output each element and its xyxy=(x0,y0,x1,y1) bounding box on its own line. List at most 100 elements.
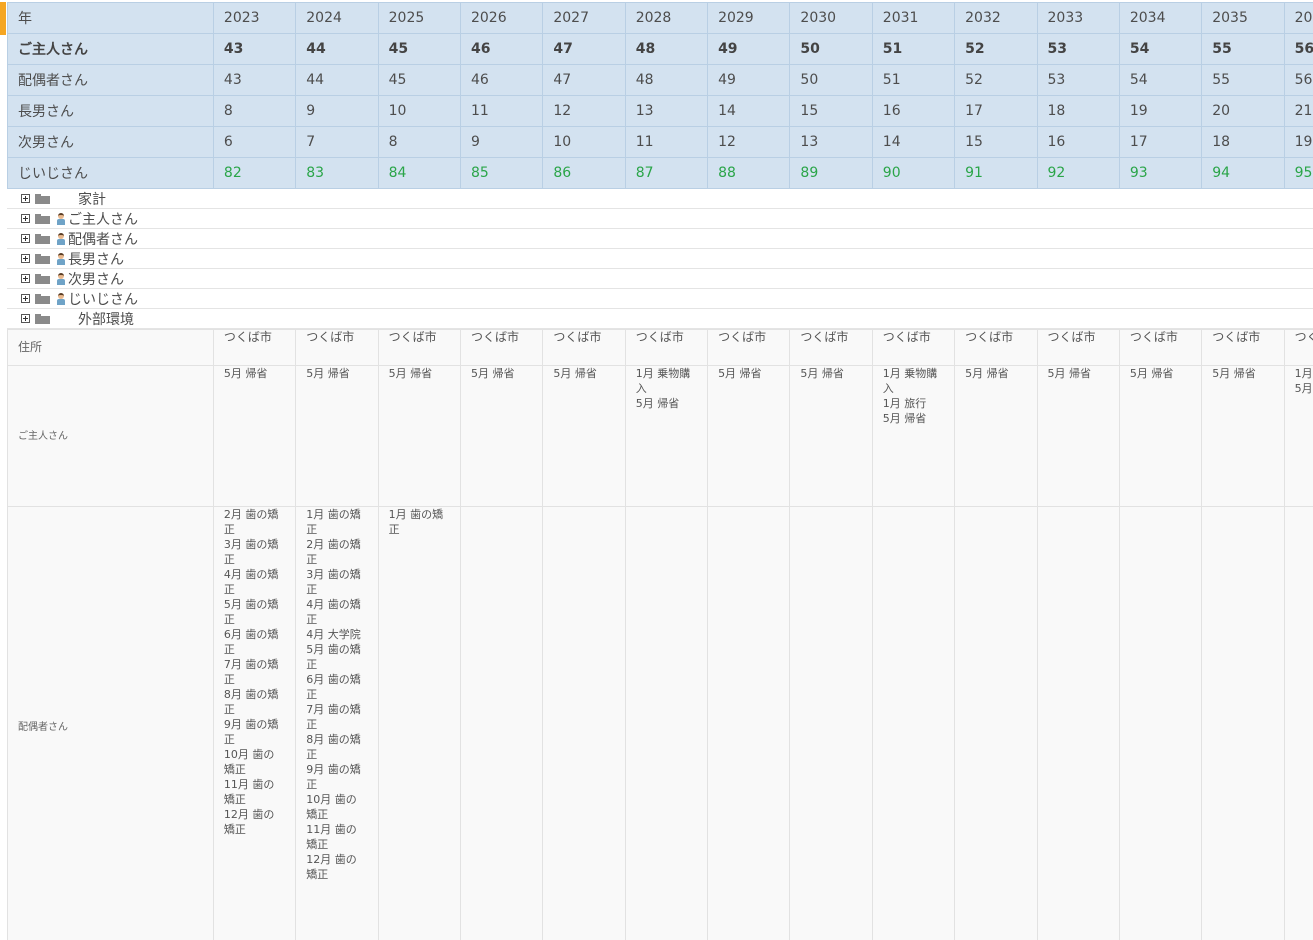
grid-cell[interactable]: つくば市 xyxy=(212,329,297,366)
event-item[interactable]: 5月 歯の矯正 xyxy=(224,597,284,627)
grid-cell[interactable]: 5月 帰省 xyxy=(377,365,461,507)
event-item[interactable]: 7月 歯の矯正 xyxy=(306,702,366,732)
grid-cell[interactable] xyxy=(624,506,709,940)
event-item[interactable]: 5月 帰省 xyxy=(1295,381,1313,396)
event-item[interactable]: 10月 歯の矯正 xyxy=(224,747,284,777)
grid-cell[interactable]: 5月 帰省 xyxy=(295,365,379,507)
grid-cell[interactable]: つくば市 xyxy=(624,329,709,366)
grid-cell[interactable]: 5月 帰省 xyxy=(954,365,1038,507)
tree-node[interactable]: 配偶者さん xyxy=(7,229,1313,249)
event-item[interactable]: 2月 歯の矯正 xyxy=(224,507,284,537)
event-item[interactable]: 4月 歯の矯正 xyxy=(306,597,366,627)
event-item[interactable]: 5月 歯の矯正 xyxy=(306,642,366,672)
event-item[interactable]: 5月 帰省 xyxy=(965,366,1025,381)
event-item[interactable]: 9月 歯の矯正 xyxy=(224,717,284,747)
event-item[interactable]: 1月 旅行 xyxy=(1295,366,1313,381)
event-item[interactable]: 1月 歯の矯正 xyxy=(306,507,366,537)
grid-cell[interactable] xyxy=(1118,506,1203,940)
event-item[interactable]: 8月 歯の矯正 xyxy=(306,732,366,762)
tree-node[interactable]: 次男さん xyxy=(7,269,1313,289)
grid-cell[interactable]: 5月 帰省 xyxy=(212,365,297,507)
grid-cell[interactable] xyxy=(542,506,626,940)
grid-cell[interactable]: 1月 歯の矯正 2月 歯の矯正 3月 歯の矯正 4月 歯の矯正 4月 大学院 5月 歯の矯… xyxy=(295,506,379,940)
event-item[interactable]: 2月 歯の矯正 xyxy=(306,537,366,567)
age-row-label: ご主人さん xyxy=(7,33,214,65)
event-item[interactable]: 10月 歯の矯正 xyxy=(306,792,366,822)
event-item[interactable]: 6月 歯の矯正 xyxy=(306,672,366,702)
tree-node[interactable]: じいじさん xyxy=(7,289,1313,309)
event-item[interactable]: 5月 帰省 xyxy=(306,366,366,381)
grid-cell[interactable] xyxy=(789,506,873,940)
grid-cell[interactable]: 1月 乗物購入 1月 旅行 5月 帰省 xyxy=(871,365,956,507)
grid-cell[interactable] xyxy=(1036,506,1120,940)
grid-cell[interactable]: つくば市 xyxy=(542,329,626,366)
grid-cell[interactable]: 5月 帰省 xyxy=(789,365,873,507)
grid-cell[interactable]: つくば市 xyxy=(1036,329,1120,366)
grid-cell[interactable]: 1月 乗物購入 5月 帰省 xyxy=(624,365,709,507)
expand-plus-icon[interactable] xyxy=(21,194,30,203)
event-item[interactable]: 1月 乗物購入 xyxy=(636,366,696,396)
expand-plus-icon[interactable] xyxy=(21,294,30,303)
event-item[interactable]: 1月 歯の矯正 xyxy=(389,507,449,537)
expand-plus-icon[interactable] xyxy=(21,234,30,243)
grid-cell[interactable]: 1月 歯の矯正 xyxy=(377,506,461,940)
event-item[interactable]: 3月 歯の矯正 xyxy=(306,567,366,597)
grid-cell[interactable] xyxy=(1283,506,1313,940)
expand-plus-icon[interactable] xyxy=(21,274,30,283)
expand-plus-icon[interactable] xyxy=(21,214,30,223)
event-item[interactable]: 11月 歯の矯正 xyxy=(306,822,366,852)
event-item[interactable]: 4月 歯の矯正 xyxy=(224,567,284,597)
event-item[interactable]: 11月 歯の矯正 xyxy=(224,777,284,807)
grid-cell[interactable]: 5月 帰省 xyxy=(542,365,626,507)
event-item[interactable]: 12月 歯の矯正 xyxy=(306,852,366,882)
expand-plus-icon[interactable] xyxy=(21,254,30,263)
event-item[interactable]: 5月 帰省 xyxy=(389,366,449,381)
event-item[interactable]: 12月 歯の矯正 xyxy=(224,807,284,837)
event-item[interactable]: 8月 歯の矯正 xyxy=(224,687,284,717)
tree-node[interactable]: ご主人さん xyxy=(7,209,1313,229)
event-item[interactable]: 5月 帰省 xyxy=(1048,366,1108,381)
grid-cell[interactable] xyxy=(707,506,791,940)
grid-cell[interactable]: つくば市 xyxy=(707,329,791,366)
grid-cell[interactable]: 5月 帰省 xyxy=(1118,365,1203,507)
event-item[interactable]: 5月 帰省 xyxy=(718,366,778,381)
tree-node[interactable]: 外部環境 xyxy=(7,309,1313,329)
grid-cell[interactable]: つくば市 xyxy=(1118,329,1203,366)
tree-node[interactable]: 長男さん xyxy=(7,249,1313,269)
grid-cell[interactable]: つくば市 xyxy=(789,329,873,366)
grid-cell[interactable]: つくば市 xyxy=(295,329,379,366)
grid-cell[interactable]: 5月 帰省 xyxy=(1036,365,1120,507)
grid-cell[interactable]: 5月 帰省 xyxy=(1201,365,1285,507)
grid-cell[interactable]: つくば市 xyxy=(377,329,461,366)
grid-cell[interactable]: 1月 旅行5月 帰省 xyxy=(1283,365,1313,507)
expand-plus-icon[interactable] xyxy=(21,314,30,323)
grid-cell[interactable] xyxy=(1201,506,1285,940)
event-item[interactable]: 5月 帰省 xyxy=(1130,366,1190,381)
grid-cell[interactable]: つくば市 xyxy=(459,329,544,366)
event-item[interactable]: 4月 大学院 xyxy=(306,627,366,642)
event-item[interactable]: 5月 帰省 xyxy=(224,366,284,381)
grid-cell[interactable] xyxy=(954,506,1038,940)
grid-cell[interactable] xyxy=(871,506,956,940)
event-item[interactable]: 7月 歯の矯正 xyxy=(224,657,284,687)
event-item[interactable]: 5月 帰省 xyxy=(883,411,943,426)
event-item[interactable]: 5月 帰省 xyxy=(471,366,531,381)
event-item[interactable]: 5月 帰省 xyxy=(800,366,860,381)
grid-cell[interactable]: つくば市 xyxy=(1201,329,1285,366)
event-item[interactable]: 5月 帰省 xyxy=(553,366,613,381)
grid-cell[interactable] xyxy=(459,506,544,940)
grid-cell[interactable]: 5月 帰省 xyxy=(707,365,791,507)
event-item[interactable]: 1月 旅行 xyxy=(883,396,943,411)
grid-cell[interactable]: 2月 歯の矯正 3月 歯の矯正 4月 歯の矯正 5月 歯の矯正 6月 歯の矯正 7月 歯の… xyxy=(212,506,297,940)
grid-cell[interactable]: つくば市 xyxy=(871,329,956,366)
event-item[interactable]: 9月 歯の矯正 xyxy=(306,762,366,792)
tree-node[interactable]: 家計 xyxy=(7,189,1313,209)
grid-cell[interactable]: 5月 帰省 xyxy=(459,365,544,507)
event-item[interactable]: 6月 歯の矯正 xyxy=(224,627,284,657)
event-item[interactable]: 3月 歯の矯正 xyxy=(224,537,284,567)
event-item[interactable]: 5月 帰省 xyxy=(636,396,696,411)
grid-cell[interactable]: つくば市 xyxy=(954,329,1038,366)
grid-cell[interactable]: つくば市 xyxy=(1283,329,1313,366)
event-item[interactable]: 5月 帰省 xyxy=(1212,366,1272,381)
event-item[interactable]: 1月 乗物購入 xyxy=(883,366,943,396)
